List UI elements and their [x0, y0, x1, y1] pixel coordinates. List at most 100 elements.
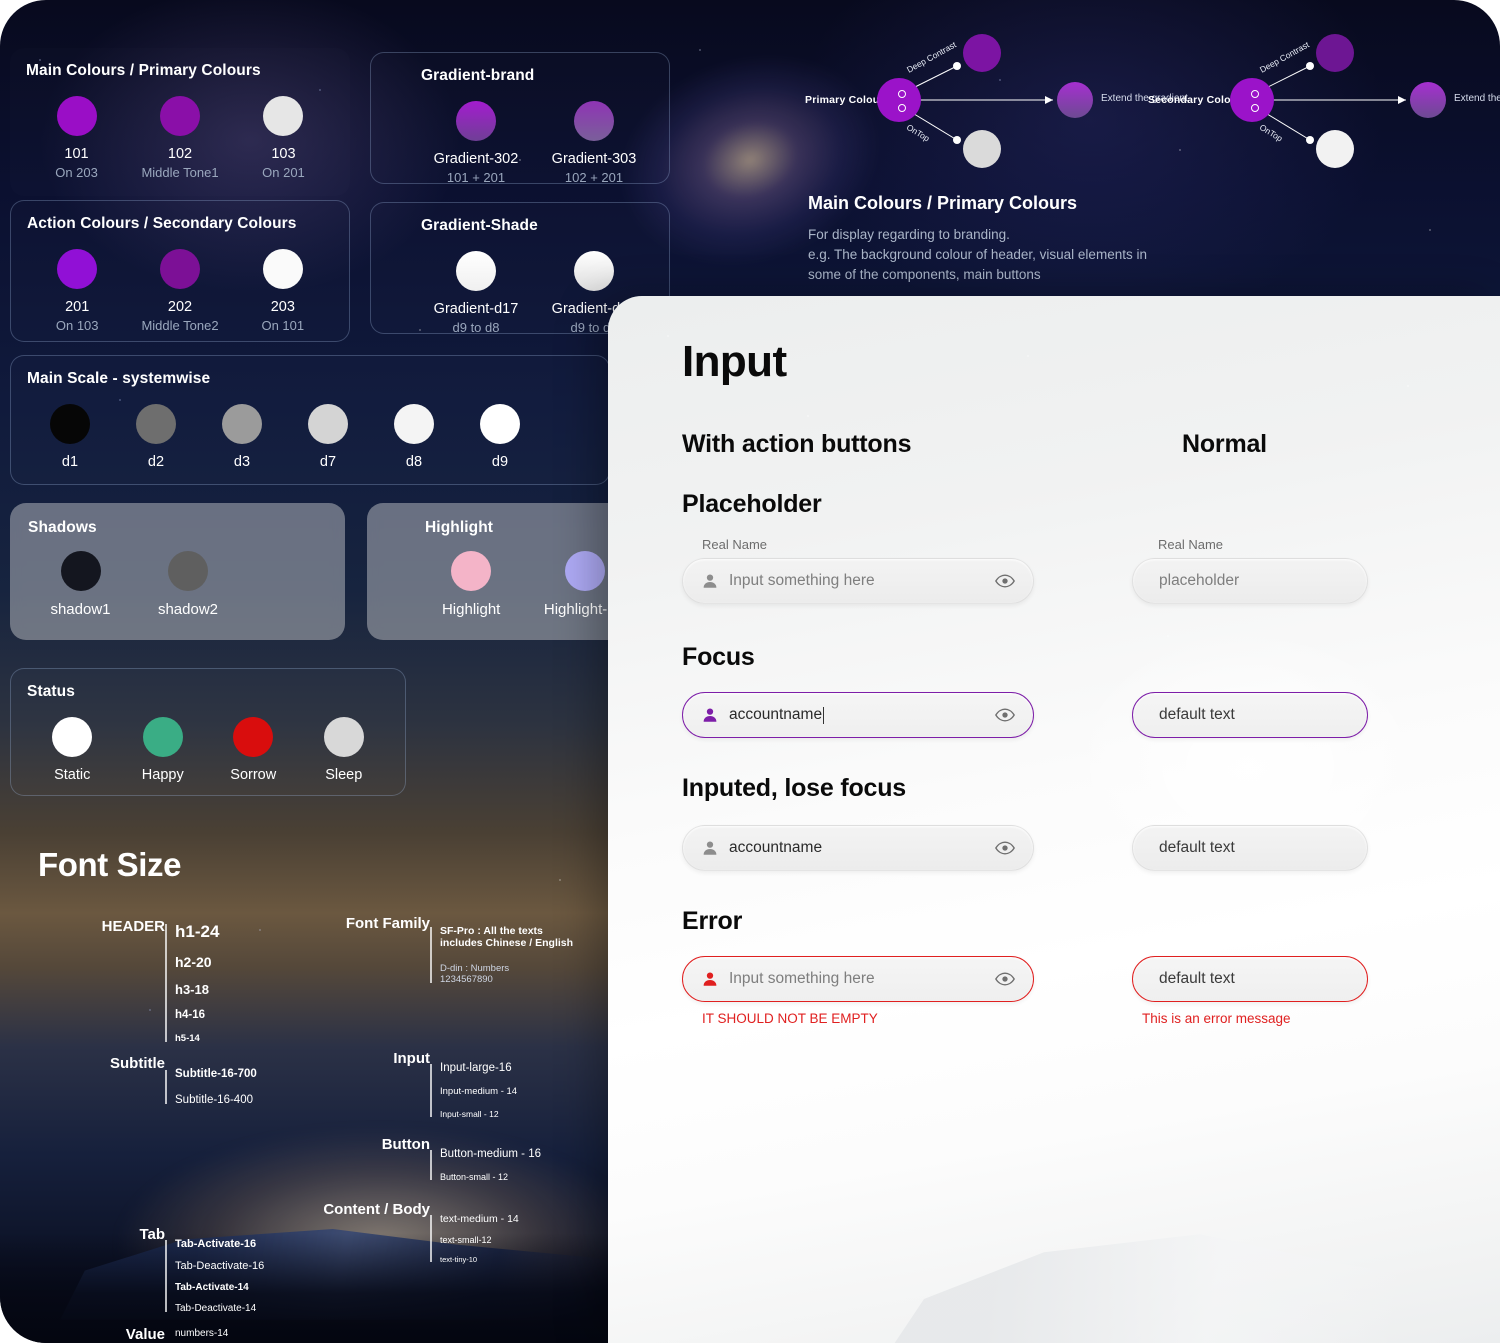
primary-ontop-node[interactable] — [963, 130, 1001, 168]
status-card: Status Static Happy Sorrow Sleep — [10, 668, 406, 796]
secondary-edge-handle-top — [1251, 90, 1259, 98]
font-group-value: Value numbers-14 — [126, 1326, 229, 1343]
primary-extend-gradient-node[interactable] — [1057, 82, 1093, 118]
swatch-dot-happy — [142, 717, 183, 757]
secondary-ontop-node[interactable] — [1316, 130, 1354, 168]
swatch-dot-gradient-302 — [456, 101, 496, 141]
swatch-202[interactable]: 202 Middle Tone2 — [127, 249, 232, 334]
primary-deep-contrast-node[interactable] — [963, 34, 1001, 72]
secondary-colour-diagram: Secondary Colour Deep Contrast OnTop Ext… — [1148, 30, 1500, 190]
swatch-d2[interactable]: d2 — [113, 404, 199, 471]
font-group-content-body: Content / Body text-medium - 14 text-sma… — [323, 1201, 519, 1264]
main-scale-swatches: d1 d2 d3 d7 d8 d9 — [27, 404, 593, 471]
primary-colour-node[interactable] — [877, 78, 921, 122]
swatch-dot-gradient-d17 — [456, 251, 496, 291]
secondary-extend-gradient-node[interactable] — [1410, 82, 1446, 118]
swatch-name: Highlight — [441, 601, 501, 618]
eye-icon[interactable] — [995, 708, 1015, 722]
swatch-dot-d3 — [222, 404, 262, 444]
swatch-gradient-302[interactable]: Gradient-302 101 + 201 — [417, 101, 535, 186]
swatch-102[interactable]: 102 Middle Tone1 — [127, 96, 233, 181]
font-sample: h1-24 — [175, 922, 220, 941]
swatch-name: d1 — [61, 454, 79, 470]
swatch-status-static[interactable]: Static — [27, 717, 118, 784]
shadows-swatches: shadow1 shadow2 — [28, 551, 327, 618]
swatch-d8[interactable]: d8 — [371, 404, 457, 471]
font-sample: numbers-14 — [175, 1328, 229, 1339]
input-lose-focus-normal[interactable]: default text — [1132, 825, 1368, 871]
secondary-extend-gradient-label: Extend the gradient — [1454, 93, 1500, 104]
swatch-dot-static — [52, 717, 93, 757]
person-icon — [703, 841, 717, 855]
secondary-deep-contrast-node[interactable] — [1316, 34, 1354, 72]
font-group-items: Button-medium - 16 Button-small - 12 — [440, 1148, 541, 1182]
swatch-gradient-d17[interactable]: Gradient-d17 d9 to d8 — [417, 251, 535, 336]
status-swatches: Static Happy Sorrow Sleep — [27, 717, 389, 784]
swatch-dot-202 — [160, 249, 200, 289]
font-group-rule — [430, 1064, 432, 1117]
swatch-name: Happy — [141, 767, 184, 783]
input-lose-focus-with-actions[interactable]: accountname — [682, 825, 1034, 871]
lose-focus-left-field: accountname — [682, 825, 1034, 871]
swatch-d7[interactable]: d7 — [285, 404, 371, 471]
swatch-dot-shadow1 — [60, 551, 101, 591]
swatch-d3[interactable]: d3 — [199, 404, 285, 471]
font-group-label: Content / Body — [323, 1201, 430, 1218]
font-sample: Tab-Deactivate-14 — [175, 1303, 257, 1314]
input-focus-with-actions[interactable]: accountname — [682, 692, 1034, 738]
font-sample: h3-18 — [175, 982, 209, 997]
font-sample: text-medium - 14 — [440, 1213, 519, 1225]
swatch-101[interactable]: 101 On 203 — [26, 96, 127, 181]
input-error-with-actions[interactable]: Input something here — [682, 956, 1034, 1002]
secondary-colour-node[interactable] — [1230, 78, 1274, 122]
screenshot-root: Main Colours / Primary Colours 101 On 20… — [0, 0, 1500, 1343]
gradient-brand-swatches: Gradient-302 101 + 201 Gradient-303 102 … — [387, 101, 653, 186]
font-group-label: HEADER — [101, 918, 165, 935]
person-icon — [703, 972, 717, 986]
swatch-status-sorrow[interactable]: Sorrow — [208, 717, 299, 784]
input-value: default text — [1159, 706, 1235, 723]
input-error-normal[interactable]: default text — [1132, 956, 1368, 1002]
swatch-203[interactable]: 203 On 101 — [233, 249, 333, 334]
swatch-sub: On 203 — [55, 164, 98, 180]
swatch-name: Sorrow — [230, 767, 277, 783]
swatch-d1[interactable]: d1 — [27, 404, 113, 471]
eye-icon[interactable] — [995, 574, 1015, 588]
description-line-3: some of the components, main buttons — [808, 266, 1041, 282]
status-title: Status — [27, 683, 75, 700]
font-group-font-family: Font Family SF-Pro : All the texts inclu… — [346, 915, 573, 985]
placeholder-row: Real Name Input something here Real Name… — [682, 537, 1500, 617]
swatch-dot-d7 — [308, 404, 348, 444]
swatch-shadow1[interactable]: shadow1 — [28, 551, 133, 618]
font-sample: D-din : Numbers — [440, 963, 510, 974]
state-title-placeholder: Placeholder — [682, 490, 822, 518]
swatch-sub: 101 + 201 — [446, 169, 506, 185]
focus-row: accountname default text — [682, 692, 1500, 764]
lose-focus-right-field: default text — [1132, 825, 1368, 871]
input-value: accountname — [729, 839, 823, 856]
swatch-dot-sleep — [323, 717, 364, 757]
swatch-103[interactable]: 103 On 201 — [233, 96, 334, 181]
swatch-status-happy[interactable]: Happy — [118, 717, 209, 784]
swatch-dot-d9 — [480, 404, 520, 444]
input-value: accountname — [729, 706, 823, 723]
swatch-201[interactable]: 201 On 103 — [27, 249, 127, 334]
swatch-d9[interactable]: d9 — [457, 404, 543, 471]
input-placeholder-with-actions[interactable]: Input something here — [682, 558, 1034, 604]
font-group-rule — [430, 1215, 432, 1262]
swatch-sub: Middle Tone2 — [141, 317, 219, 333]
swatch-highlight[interactable]: Highlight — [421, 551, 521, 618]
swatch-dot-d2 — [136, 404, 176, 444]
input-placeholder-normal[interactable]: placeholder — [1132, 558, 1368, 604]
eye-icon[interactable] — [995, 841, 1015, 855]
state-title-error: Error — [682, 907, 743, 935]
swatch-gradient-303[interactable]: Gradient-303 102 + 201 — [535, 101, 653, 186]
input-focus-normal[interactable]: default text — [1132, 692, 1368, 738]
font-group-label: Button — [381, 1136, 430, 1153]
font-sample: h2-20 — [175, 954, 212, 970]
swatch-status-sleep[interactable]: Sleep — [299, 717, 390, 784]
eye-icon[interactable] — [995, 972, 1015, 986]
font-sample: Subtitle-16-400 — [175, 1094, 253, 1106]
swatch-shadow2[interactable]: shadow2 — [133, 551, 243, 618]
font-sample: 1234567890 — [440, 974, 493, 985]
